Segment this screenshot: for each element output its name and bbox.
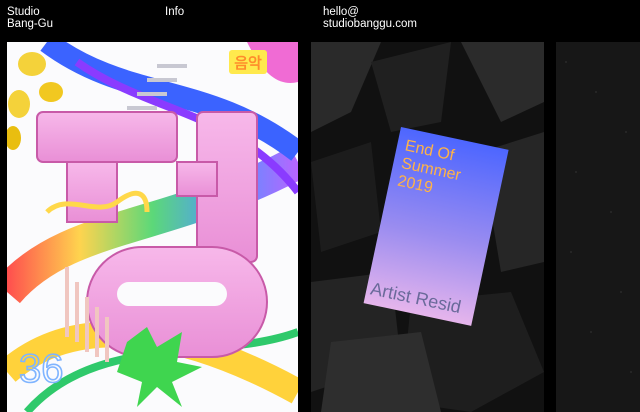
poster-artwork: 음악 36 [7,42,298,412]
email-link[interactable]: hello@ studiobanggu.com [323,6,417,30]
site-header: Studio Bang-Gu Info hello@ studiobanggu.… [0,0,640,40]
project-image-texture[interactable] [556,42,640,412]
texture-photo [556,42,640,412]
project-image-card[interactable]: End Of Summer 2019 Artist Resid [311,42,544,412]
studio-name[interactable]: Studio Bang-Gu [7,6,53,30]
studio-name-line1: Studio [7,6,40,18]
email-line1: hello@ [323,6,359,18]
card-photo: End Of Summer 2019 Artist Resid [311,42,544,412]
project-image-poster[interactable]: 음악 36 [7,42,298,412]
korean-title: 음악 [234,54,262,72]
info-link[interactable]: Info [165,6,184,18]
email-line2: studiobanggu.com [323,18,417,30]
poster-number: 36 [19,347,64,391]
studio-name-line2: Bang-Gu [7,18,54,30]
